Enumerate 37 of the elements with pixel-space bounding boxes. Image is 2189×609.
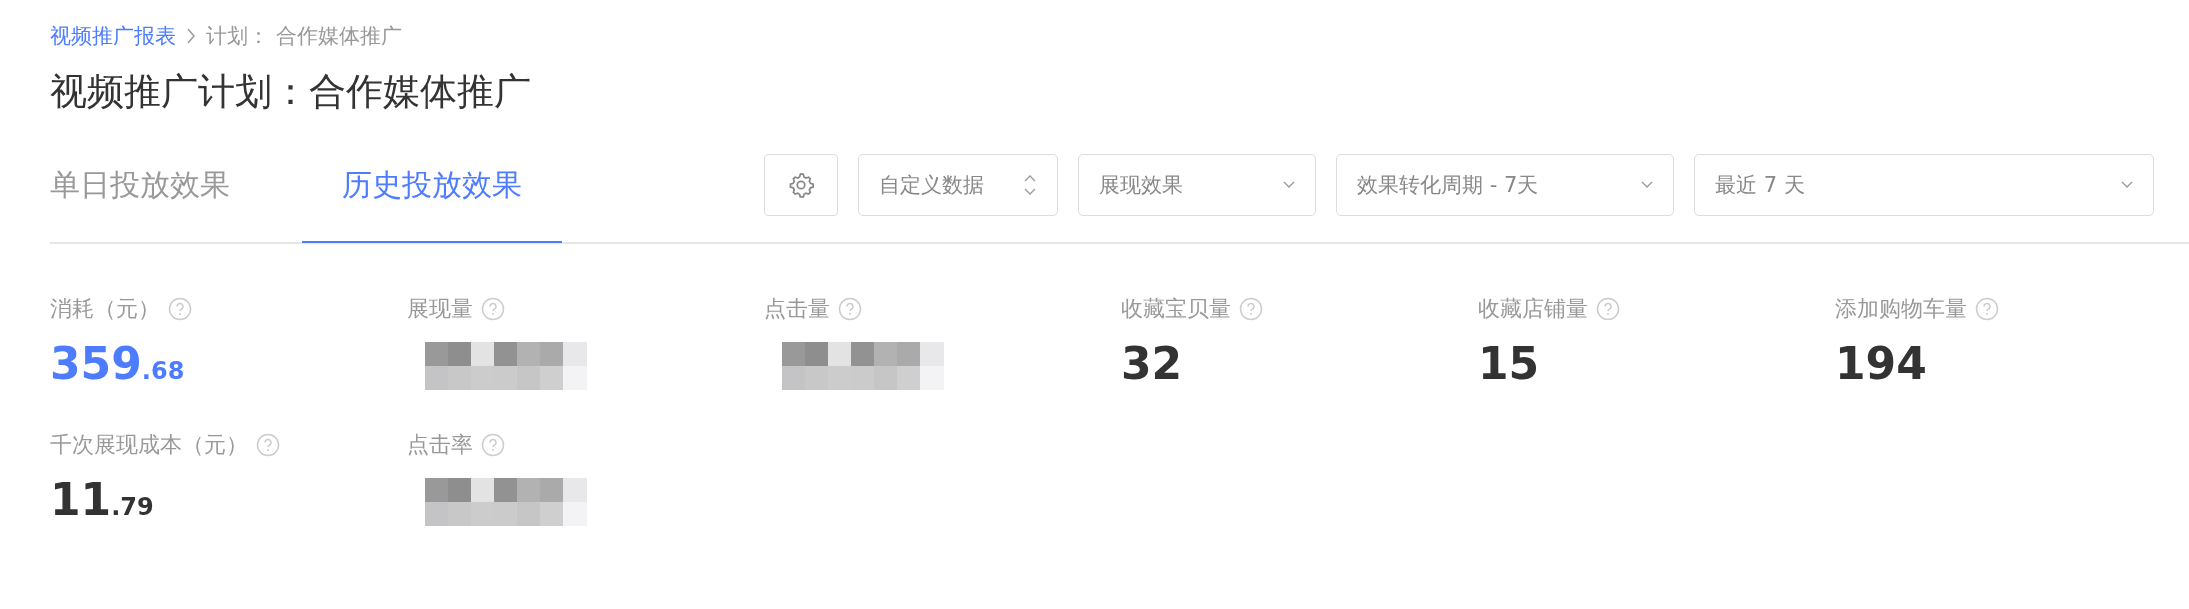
chevron-down-icon xyxy=(2121,181,2133,189)
metric-label: 点击率 xyxy=(407,431,473,459)
metric-label: 千次展现成本（元） xyxy=(50,431,248,459)
metric-label: 收藏店铺量 xyxy=(1478,295,1588,323)
breadcrumb-link[interactable]: 视频推广报表 xyxy=(50,22,176,50)
metric-label: 消耗（元） xyxy=(50,295,160,323)
settings-button[interactable] xyxy=(764,154,838,216)
select-field[interactable]: 效果转化周期 - 7天 xyxy=(1336,154,1674,216)
chevron-down-icon xyxy=(1283,181,1295,189)
help-icon[interactable] xyxy=(1239,297,1263,321)
help-icon[interactable] xyxy=(168,297,192,321)
metric-value: 359.68 xyxy=(50,338,186,390)
help-icon[interactable] xyxy=(481,433,505,457)
chevron-right-icon xyxy=(186,28,196,44)
select-field[interactable]: 最近 7 天 xyxy=(1694,154,2154,216)
metric-value: 15 xyxy=(1478,338,1541,390)
select-field[interactable]: 展现效果 xyxy=(1078,154,1316,216)
page-title: 视频推广计划：合作媒体推广 xyxy=(50,69,532,115)
metric-value: 32 xyxy=(1121,338,1184,390)
select-field[interactable]: 自定义数据 xyxy=(858,154,1058,216)
tab[interactable]: 历史投放效果 xyxy=(302,129,562,243)
breadcrumb-current: 计划： 合作媒体推广 xyxy=(206,23,402,50)
help-icon[interactable] xyxy=(256,433,280,457)
metric-label: 添加购物车量 xyxy=(1835,295,1967,323)
help-icon[interactable] xyxy=(838,297,862,321)
metric-label: 收藏宝贝量 xyxy=(1121,295,1231,323)
gear-icon xyxy=(787,171,815,199)
help-icon[interactable] xyxy=(1975,297,1999,321)
help-icon[interactable] xyxy=(1596,297,1620,321)
chevron-down-icon xyxy=(1641,181,1653,189)
metric-value: 11.79 xyxy=(50,474,155,526)
metric-label: 展现量 xyxy=(407,295,473,323)
help-icon[interactable] xyxy=(481,297,505,321)
metric-value: 194 xyxy=(1835,338,1928,390)
tab[interactable]: 单日投放效果 xyxy=(50,129,270,243)
up-down-icon xyxy=(1023,173,1037,197)
metric-label: 点击量 xyxy=(764,295,830,323)
